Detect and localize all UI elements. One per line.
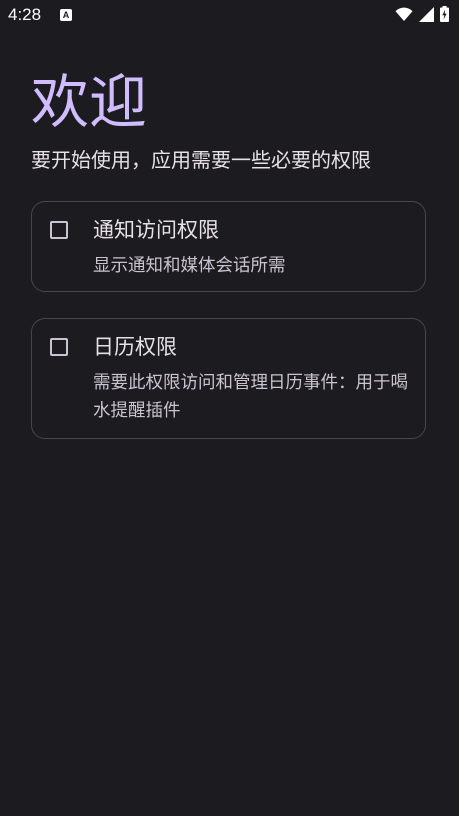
battery-icon [440, 6, 449, 22]
status-icons [395, 6, 449, 22]
status-time: 4:28 [8, 5, 42, 24]
wifi-icon [395, 7, 413, 22]
notification-permission-title: 通知访问权限 [93, 218, 219, 242]
notification-permission-description: 显示通知和媒体会话所需 [93, 256, 286, 276]
calendar-permission-checkbox[interactable] [50, 338, 68, 356]
notification-permission-checkbox[interactable] [50, 221, 68, 239]
status-bar: 4:28 A [0, 0, 459, 32]
welcome-title: 欢迎 [31, 68, 148, 136]
notification-app-icon: A [60, 9, 72, 21]
calendar-permission-card[interactable]: 日历权限 需要此权限访问和管理日历事件：用于喝水提醒插件 [31, 318, 426, 439]
calendar-permission-title: 日历权限 [93, 335, 177, 359]
calendar-permission-description: 需要此权限访问和管理日历事件：用于喝水提醒插件 [93, 373, 408, 421]
signal-icon [419, 6, 434, 22]
welcome-subtitle: 要开始使用，应用需要一些必要的权限 [31, 148, 371, 172]
notification-permission-card[interactable]: 通知访问权限 显示通知和媒体会话所需 [31, 201, 426, 292]
